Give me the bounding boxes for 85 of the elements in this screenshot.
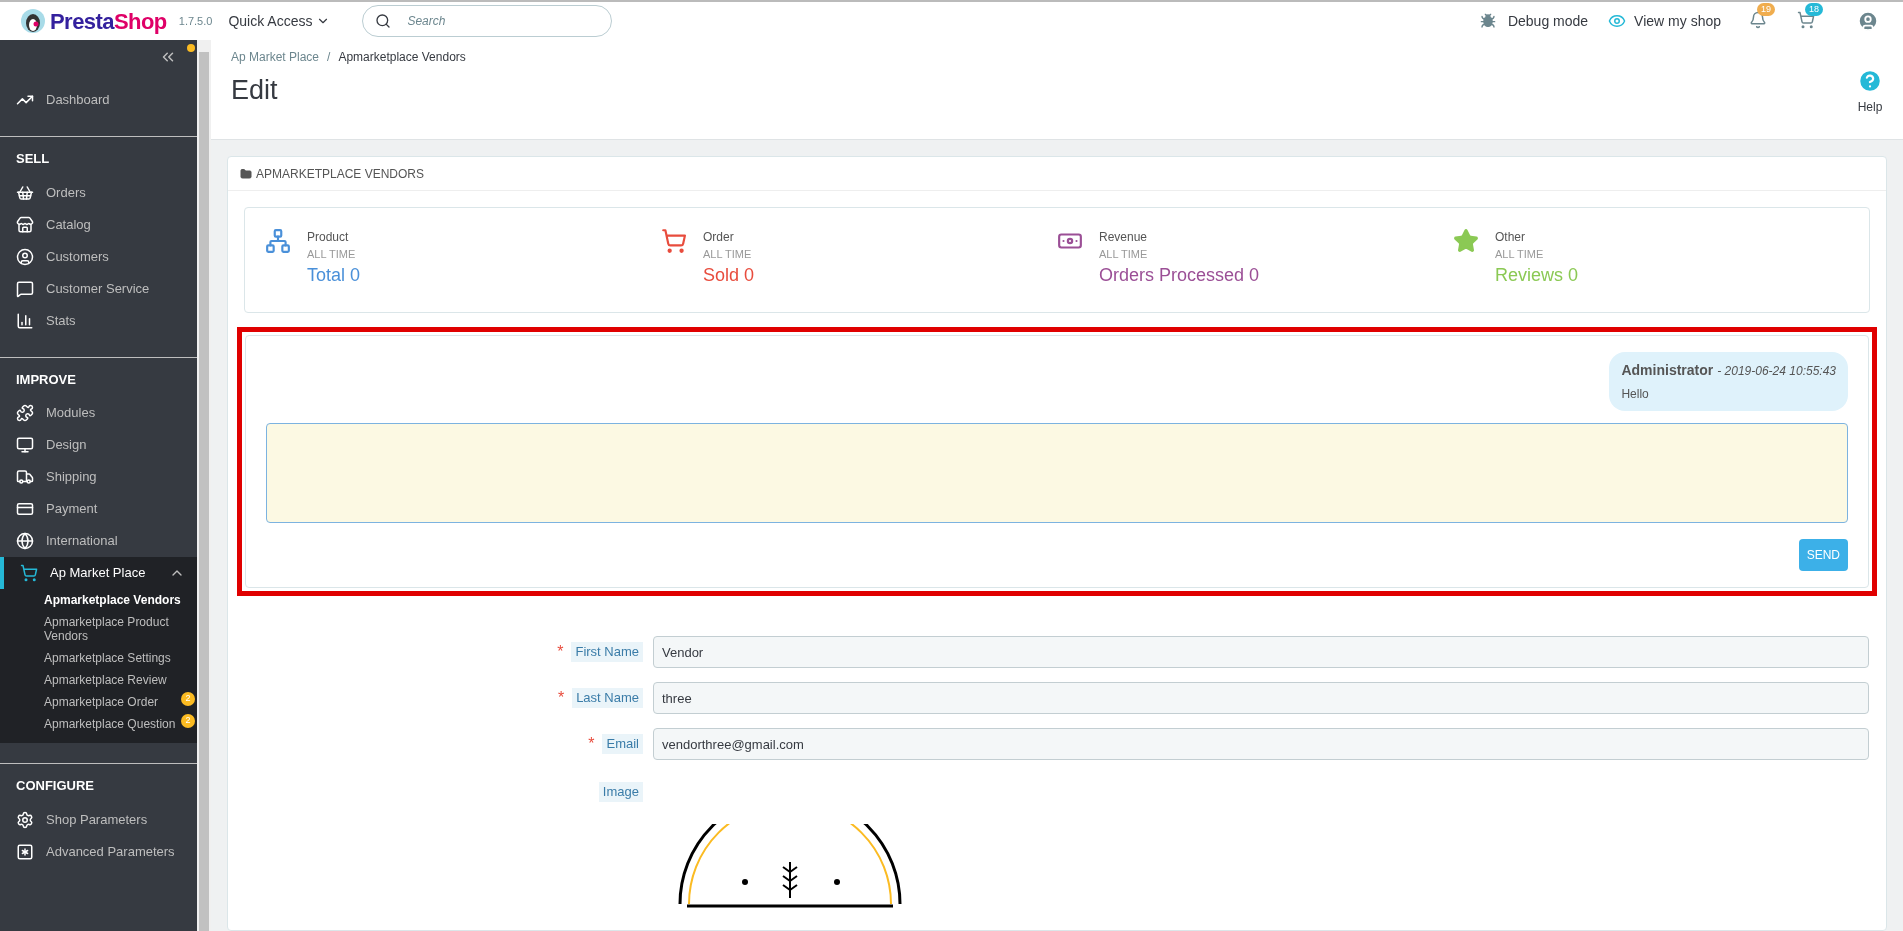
stat-label: Order — [703, 229, 735, 246]
user-icon[interactable] — [1857, 10, 1879, 32]
sidebar-item[interactable]: Payment — [0, 493, 197, 525]
required-mark: * — [557, 690, 565, 706]
sidebar-item[interactable]: International — [0, 525, 197, 557]
square-icon — [16, 842, 34, 861]
eye-icon — [1608, 12, 1627, 30]
brand-name[interactable]: PrestaShop — [50, 4, 167, 38]
breadcrumb-separator: / — [327, 49, 331, 66]
text-field[interactable]: vendorthree@gmail.com — [653, 728, 1869, 760]
search-icon — [375, 13, 392, 29]
required-mark: * — [557, 644, 564, 660]
globe-icon — [16, 532, 34, 550]
bar-chart-icon — [16, 311, 34, 330]
penguin-logo-icon — [20, 8, 46, 34]
count-badge: 2 — [181, 692, 195, 706]
message-input[interactable] — [266, 423, 1848, 523]
panel-title: APMARKETPLACE VENDORS — [256, 165, 425, 183]
sidebar-item[interactable]: Stats — [0, 304, 197, 337]
help-label[interactable]: Help — [1857, 98, 1883, 116]
user-icon — [16, 247, 34, 266]
stat-period: ALL TIME — [1495, 247, 1545, 262]
store-icon — [16, 215, 34, 234]
bell-icon[interactable] — [1749, 11, 1767, 29]
notification-badge: 18 — [1805, 3, 1823, 16]
stat-label: Revenue — [1099, 229, 1149, 246]
folder-icon — [240, 167, 252, 180]
stat-value: Reviews 0 — [1495, 263, 1579, 287]
debug-mode-link[interactable]: Debug mode — [1507, 10, 1589, 32]
sidebar-item[interactable]: Modules — [0, 397, 197, 429]
basket-icon — [16, 183, 34, 202]
sidebar-item[interactable]: Design — [0, 429, 197, 461]
notification-badge: 19 — [1757, 3, 1775, 16]
sidebar-item[interactable]: Orders — [0, 176, 197, 209]
submenu-item[interactable]: Apmarketplace Product Vendors — [44, 615, 184, 643]
stat-period: ALL TIME — [1099, 247, 1149, 262]
section-heading: IMPROVE — [15, 370, 77, 389]
puzzle-icon — [16, 404, 34, 422]
cart-icon — [20, 564, 38, 582]
stat-label: Other — [1495, 229, 1526, 246]
stat-value: Total 0 — [307, 263, 361, 287]
stat-period: ALL TIME — [307, 247, 357, 262]
chat-icon — [16, 279, 34, 298]
field-label: Last Name — [572, 688, 643, 708]
submenu-item[interactable]: Apmarketplace Settings — [44, 651, 171, 665]
view-shop-link[interactable]: View my shop — [1634, 10, 1721, 32]
monitor-icon — [16, 436, 34, 454]
stat-value: Orders Processed 0 — [1099, 263, 1260, 287]
message-text: Hello — [1621, 386, 1650, 403]
text-field[interactable]: Vendor — [653, 636, 1869, 668]
section-heading: CONFIGURE — [15, 777, 95, 795]
field-label: First Name — [571, 642, 643, 662]
field-label: Image — [598, 782, 643, 802]
count-badge: 2 — [181, 714, 195, 728]
sidebar-item[interactable]: Dashboard — [0, 84, 197, 116]
stat-label: Product — [307, 229, 350, 246]
card-icon — [16, 500, 34, 518]
breadcrumb-link[interactable]: Ap Market Place — [231, 48, 320, 66]
sidebar-item[interactable]: Customer Service — [0, 272, 197, 305]
truck-icon — [16, 468, 34, 486]
text-field[interactable]: three — [653, 682, 1869, 714]
sidebar-item[interactable]: Catalog — [0, 208, 197, 241]
bug-icon — [1479, 13, 1496, 29]
cart-icon[interactable] — [1797, 11, 1815, 29]
sidebar-item[interactable]: Advanced Parameters — [0, 835, 197, 868]
required-mark: * — [588, 736, 595, 752]
sidebar-item[interactable]: Customers — [0, 240, 197, 273]
submenu-item[interactable]: Apmarketplace Review — [44, 673, 167, 687]
submenu-item[interactable]: Apmarketplace Question — [44, 717, 176, 731]
help-icon[interactable] — [1857, 68, 1883, 94]
message-author: Administrator — [1621, 361, 1714, 380]
sidebar-item[interactable]: Shipping — [0, 461, 197, 493]
stat-value: Sold 0 — [703, 263, 755, 287]
version-text: 1.7.5.0 — [178, 13, 213, 29]
message-time: - 2019-06-24 10:55:43 — [1717, 363, 1836, 380]
submenu-item[interactable]: Apmarketplace Vendors — [44, 593, 181, 607]
submenu-item[interactable]: Apmarketplace Order — [44, 695, 159, 709]
sidebar-item[interactable]: Shop Parameters — [0, 803, 197, 836]
quick-access-menu[interactable]: Quick Access — [228, 10, 331, 32]
settings-icon — [16, 810, 34, 829]
section-heading: SELL — [15, 150, 51, 168]
page-title: Edit — [231, 74, 279, 107]
stat-period: ALL TIME — [703, 247, 753, 262]
search-input[interactable]: Search — [407, 12, 600, 30]
field-label: Email — [602, 734, 643, 754]
